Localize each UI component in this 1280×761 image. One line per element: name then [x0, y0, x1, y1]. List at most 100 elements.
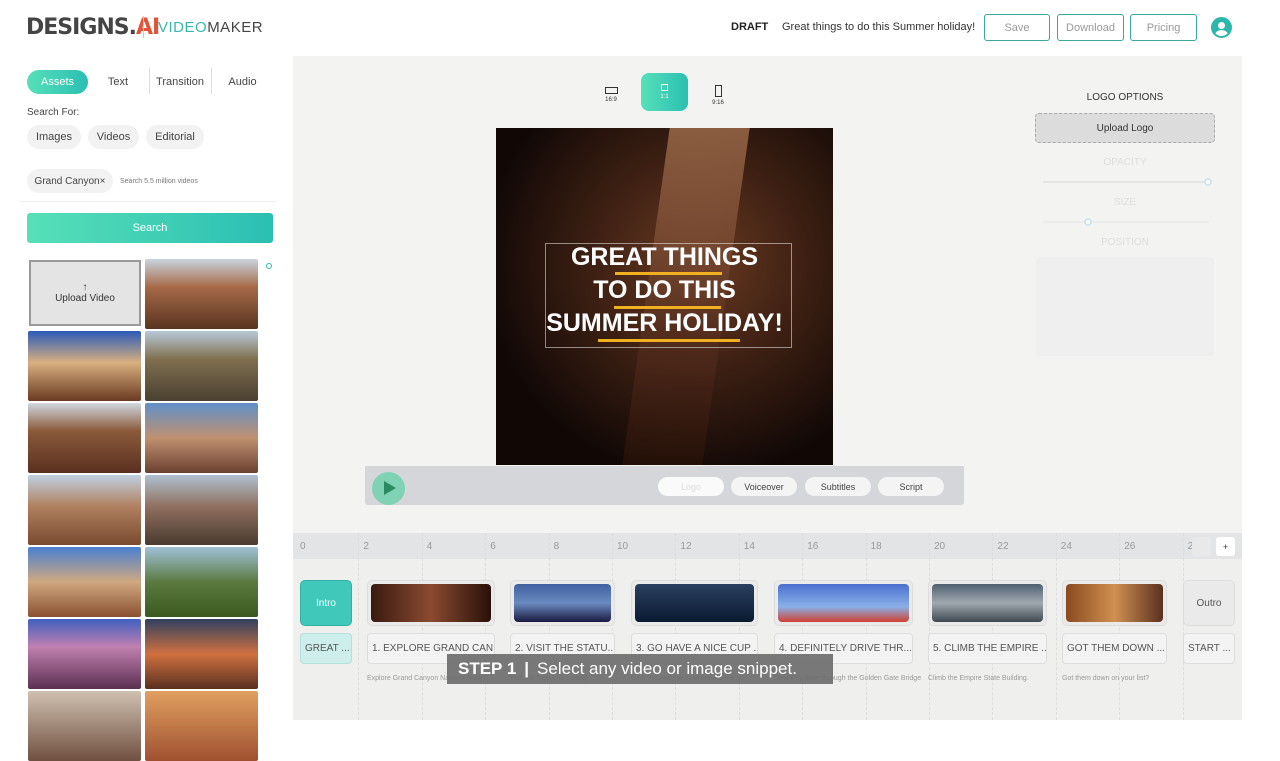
clip-thumbnail[interactable]	[928, 580, 1047, 626]
divider	[149, 68, 150, 94]
clip-thumbnail[interactable]	[367, 580, 495, 626]
grid-line	[548, 533, 550, 720]
clip-thumbnail[interactable]	[774, 580, 913, 626]
title-line: SUMMER HOLIDAY!	[546, 309, 783, 337]
grid-line	[358, 533, 360, 720]
video-thumbnail[interactable]	[145, 403, 258, 473]
grid-line	[738, 533, 740, 720]
product-name: VIDEOMAKER	[158, 19, 263, 36]
grid-line	[865, 533, 867, 720]
opacity-slider[interactable]	[1043, 178, 1212, 186]
divider	[143, 16, 144, 38]
timeline-tick: 26	[1124, 541, 1136, 552]
ratio-label: 9:16	[712, 99, 724, 106]
brand-text: DESIGNS.	[26, 15, 137, 40]
timeline-tick: 10	[617, 541, 629, 552]
timeline-tick: 22	[997, 541, 1009, 552]
video-thumbnail[interactable]	[28, 403, 141, 473]
pricing-button[interactable]: Pricing	[1130, 14, 1197, 41]
video-thumbnail[interactable]	[28, 547, 141, 617]
upload-video-button[interactable]: ↑ Upload Video	[29, 260, 141, 326]
subtitles-button[interactable]: Subtitles	[805, 477, 871, 496]
intro-text[interactable]: GREAT ...	[300, 633, 352, 664]
ratio-1-1[interactable]: 1:1	[641, 73, 688, 111]
video-thumbnail[interactable]	[28, 619, 141, 689]
script-button[interactable]: Script	[878, 477, 944, 496]
video-thumbnail[interactable]	[28, 691, 141, 761]
zoom-in-button[interactable]: +	[1216, 537, 1235, 556]
type-editorial[interactable]: Editorial	[146, 125, 204, 149]
video-thumbnail[interactable]	[145, 691, 258, 761]
step-text: Select any video or image snippet.	[537, 659, 797, 678]
video-thumbnail[interactable]	[28, 475, 141, 545]
project-title[interactable]: Great things to do this Summer holiday!	[782, 21, 975, 33]
grid-line	[612, 533, 613, 720]
brand-logo[interactable]: DESIGNS.AI	[26, 15, 160, 40]
download-button[interactable]: Download	[1057, 14, 1124, 41]
timeline-tick: 2	[363, 541, 369, 552]
tab-audio[interactable]: Audio	[215, 70, 270, 94]
close-icon[interactable]: ×	[100, 176, 106, 187]
square-icon	[661, 84, 668, 91]
slider-handle[interactable]	[1204, 178, 1212, 186]
video-thumbnail[interactable]	[145, 331, 258, 401]
grid-line	[802, 533, 804, 720]
clip-text[interactable]: GOT THEM DOWN ...	[1062, 633, 1167, 664]
voiceover-button[interactable]: Voiceover	[731, 477, 797, 496]
size-label: SIZE	[1113, 197, 1137, 208]
timeline-ruler[interactable]	[293, 533, 1242, 559]
video-title-text[interactable]: GREAT THINGS TO DO THIS SUMMER HOLIDAY!	[496, 241, 833, 340]
type-images[interactable]: Images	[27, 125, 81, 149]
slider-handle[interactable]	[1084, 218, 1092, 226]
grid-line	[992, 533, 994, 720]
outro-text[interactable]: START ...	[1183, 633, 1235, 664]
outro-clip[interactable]: Outro	[1183, 580, 1235, 626]
clip-image	[1066, 584, 1163, 622]
title-line: GREAT THINGS	[570, 243, 759, 271]
upload-label: Upload Video	[55, 293, 115, 304]
video-thumbnail[interactable]	[145, 547, 258, 617]
user-avatar-icon[interactable]	[1211, 17, 1232, 38]
ratio-16-9[interactable]: 16:9	[588, 80, 634, 110]
clip-thumbnail[interactable]	[510, 580, 615, 626]
intro-clip[interactable]: Intro	[300, 580, 352, 626]
search-tag[interactable]: Grand Canyon ×	[27, 169, 113, 193]
grid-line	[675, 533, 677, 720]
video-thumbnail[interactable]	[145, 475, 258, 545]
ratio-label: 1:1	[660, 94, 669, 100]
size-slider[interactable]	[1043, 218, 1209, 226]
video-thumbnail[interactable]	[28, 331, 141, 401]
save-button[interactable]: Save	[984, 14, 1050, 41]
video-thumbnail[interactable]	[145, 619, 258, 689]
step-separator: |	[524, 659, 530, 678]
brand-ai: AI	[136, 15, 160, 40]
clip-thumbnail[interactable]	[631, 580, 758, 626]
logo-button[interactable]: Logo	[658, 477, 724, 496]
upload-icon: ↑	[82, 282, 88, 293]
upload-logo-button[interactable]: Upload Logo	[1035, 113, 1215, 143]
divider	[20, 201, 276, 202]
search-for-label: Search For:	[27, 107, 80, 118]
tag-label: Grand Canyon	[34, 175, 100, 187]
tab-assets[interactable]: Assets	[27, 70, 88, 94]
underline	[614, 306, 721, 309]
play-button[interactable]	[372, 472, 405, 505]
timeline-tick: 24	[1060, 541, 1072, 552]
video-preview[interactable]: GREAT THINGS TO DO THIS SUMMER HOLIDAY!	[496, 128, 833, 465]
divider	[211, 68, 212, 94]
clip-image	[635, 584, 754, 622]
tab-transition[interactable]: Transition	[151, 70, 209, 94]
type-videos[interactable]: Videos	[88, 125, 139, 149]
scrollbar[interactable]	[266, 263, 272, 269]
clip-image	[932, 584, 1043, 622]
position-grid[interactable]	[1036, 257, 1214, 356]
search-input[interactable]: Search 5.5 million videos	[120, 178, 198, 185]
grid-line	[1119, 533, 1121, 720]
zoom-out-button[interactable]	[1192, 537, 1211, 556]
video-thumbnail[interactable]	[145, 259, 258, 329]
ratio-9-16[interactable]: 9:16	[695, 80, 741, 110]
clip-thumbnail[interactable]	[1062, 580, 1167, 626]
tab-text[interactable]: Text	[95, 70, 141, 94]
clip-text[interactable]: 5. CLIMB THE EMPIRE ...	[928, 633, 1047, 664]
search-button[interactable]: Search	[27, 213, 273, 243]
